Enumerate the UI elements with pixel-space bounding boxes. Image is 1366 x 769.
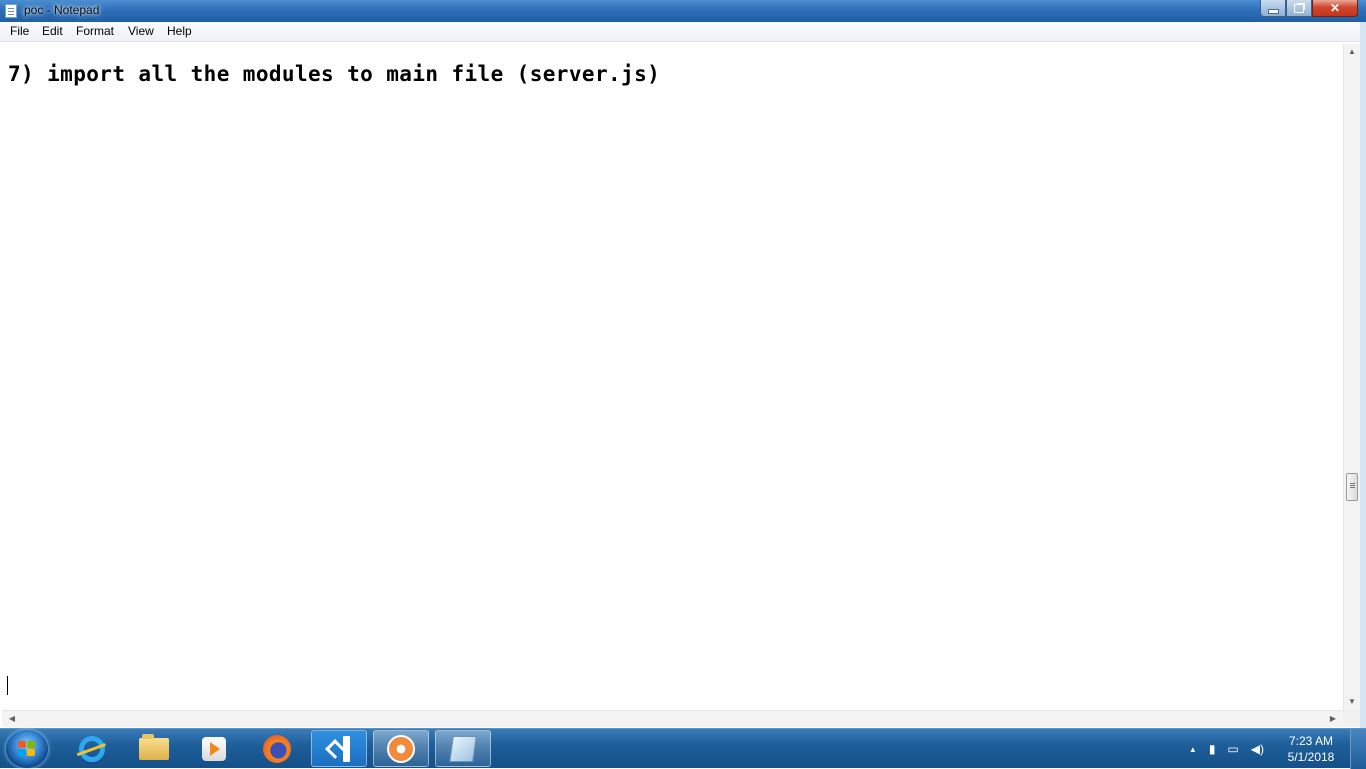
scrollbar-corner xyxy=(1343,710,1360,727)
folder-icon xyxy=(139,733,169,760)
firefox-icon xyxy=(263,734,291,763)
system-tray: ▲ ▮ ▭ ◀) xyxy=(1183,729,1270,769)
scroll-left-icon[interactable]: ◀ xyxy=(4,711,20,727)
vertical-scroll-thumb[interactable] xyxy=(1346,473,1358,501)
taskbar-firefox[interactable] xyxy=(249,730,305,767)
taskbar-flower-app[interactable] xyxy=(373,730,429,767)
menu-view[interactable]: View xyxy=(128,24,154,38)
taskbar: ▲ ▮ ▭ ◀) 7:23 AM 5/1/2018 xyxy=(0,728,1366,769)
windows-logo-icon xyxy=(18,741,36,757)
taskbar-visual-studio-code[interactable] xyxy=(311,730,367,767)
battery-icon[interactable]: ▮ xyxy=(1209,742,1216,756)
media-player-icon xyxy=(202,736,226,761)
horizontal-scrollbar[interactable]: ◀ ▶ xyxy=(2,710,1343,727)
notepad-icon[interactable] xyxy=(5,4,17,18)
title-bar[interactable]: poc - Notepad ✕ xyxy=(0,0,1366,22)
notepad-taskbar-icon xyxy=(449,735,477,762)
taskbar-file-explorer[interactable] xyxy=(126,730,182,767)
taskbar-notepad[interactable] xyxy=(435,730,491,767)
menu-file[interactable]: File xyxy=(10,24,29,38)
clock[interactable]: 7:23 AM 5/1/2018 xyxy=(1280,733,1342,765)
window-frame-right xyxy=(1360,22,1366,728)
taskbar-internet-explorer[interactable] xyxy=(64,730,120,767)
volume-icon[interactable]: ◀) xyxy=(1251,742,1264,756)
text-editor[interactable]: 7) import all the modules to main file (… xyxy=(2,44,1343,710)
close-icon: ✕ xyxy=(1329,1,1341,15)
restore-button[interactable] xyxy=(1286,0,1312,17)
close-button[interactable]: ✕ xyxy=(1312,0,1358,17)
vscode-icon xyxy=(326,735,352,762)
editor-text-line: 7) import all the modules to main file (… xyxy=(8,62,661,86)
internet-explorer-icon xyxy=(79,735,105,762)
window-controls: ✕ xyxy=(1260,0,1358,18)
minimize-icon xyxy=(1267,8,1279,14)
window-title: poc - Notepad xyxy=(24,3,100,17)
start-button[interactable] xyxy=(6,730,48,768)
show-hidden-icons-icon[interactable]: ▲ xyxy=(1189,745,1197,754)
clock-date: 5/1/2018 xyxy=(1287,750,1335,764)
show-desktop-button[interactable] xyxy=(1350,729,1366,769)
network-icon[interactable]: ▭ xyxy=(1227,742,1238,756)
text-caret xyxy=(7,676,8,695)
menu-bar: File Edit Format View Help xyxy=(0,22,1366,42)
menu-format[interactable]: Format xyxy=(76,24,114,38)
scroll-down-icon[interactable]: ▼ xyxy=(1344,694,1360,710)
restore-icon xyxy=(1294,3,1304,13)
flower-icon xyxy=(387,734,415,763)
menu-help[interactable]: Help xyxy=(167,24,192,38)
scroll-up-icon[interactable]: ▲ xyxy=(1344,44,1360,60)
taskbar-media-player[interactable] xyxy=(186,730,242,767)
vertical-scrollbar[interactable]: ▲ ▼ xyxy=(1343,44,1360,710)
grip-icon xyxy=(1350,483,1355,484)
scroll-right-icon[interactable]: ▶ xyxy=(1325,711,1341,727)
minimize-button[interactable] xyxy=(1260,0,1286,17)
menu-edit[interactable]: Edit xyxy=(42,24,63,38)
clock-time: 7:23 AM xyxy=(1288,734,1334,748)
